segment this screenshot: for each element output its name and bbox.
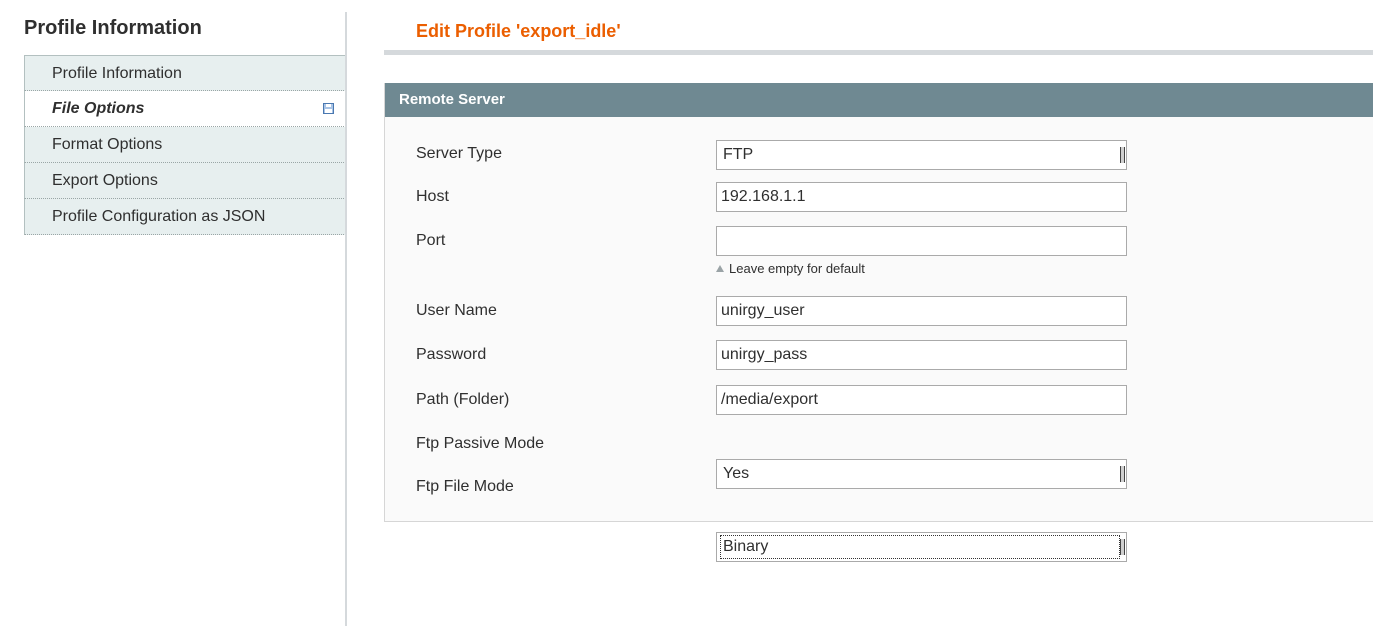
- title-divider: [384, 50, 1373, 55]
- port-label: Port: [416, 232, 446, 249]
- remote-server-fieldset: Remote Server Server Type FTP Host Port …: [384, 83, 1373, 562]
- tab-profile-configuration-json[interactable]: Profile Configuration as JSON: [24, 199, 346, 235]
- ftp-file-mode-select[interactable]: Binary: [716, 532, 1127, 562]
- port-note: Leave empty for default: [716, 261, 865, 276]
- port-input[interactable]: [716, 226, 1127, 256]
- dropdown-arrow-icon: [1120, 539, 1125, 555]
- tab-label: Format Options: [52, 136, 163, 153]
- tab-profile-information[interactable]: Profile Information: [24, 55, 346, 91]
- page-title: Edit Profile 'export_idle': [416, 21, 621, 41]
- tab-format-options[interactable]: Format Options: [24, 127, 346, 163]
- ftp-file-mode-label: Ftp File Mode: [416, 478, 514, 495]
- host-label: Host: [416, 188, 449, 205]
- tab-label: Profile Configuration as JSON: [52, 208, 266, 225]
- user-name-label: User Name: [416, 302, 497, 319]
- dropdown-arrow-icon: [1120, 466, 1125, 482]
- fieldset-header: Remote Server: [385, 83, 1373, 117]
- server-type-value: FTP: [723, 146, 754, 163]
- port-note-text: Leave empty for default: [729, 261, 865, 276]
- tab-label: Export Options: [52, 172, 158, 189]
- password-input[interactable]: [716, 340, 1127, 370]
- sidebar: Profile Information Profile Information …: [0, 0, 346, 626]
- save-icon: [323, 103, 334, 114]
- user-name-input[interactable]: [716, 296, 1127, 326]
- server-type-label: Server Type: [416, 145, 502, 162]
- ftp-file-mode-value: Binary: [720, 535, 1120, 559]
- tab-list: Profile Information File Options Format …: [24, 55, 346, 235]
- ftp-passive-mode-value: Yes: [723, 465, 750, 482]
- sidebar-divider: [345, 12, 347, 626]
- path-label: Path (Folder): [416, 391, 510, 408]
- path-input[interactable]: [716, 385, 1127, 415]
- password-label: Password: [416, 346, 487, 363]
- sidebar-title: Profile Information: [24, 17, 202, 39]
- note-triangle-icon: [716, 265, 724, 272]
- tab-label: File Options: [52, 100, 145, 117]
- tab-label: Profile Information: [52, 65, 182, 82]
- tab-export-options[interactable]: Export Options: [24, 163, 346, 199]
- host-input[interactable]: [716, 182, 1127, 212]
- dropdown-arrow-icon: [1120, 147, 1125, 163]
- ftp-passive-mode-select[interactable]: Yes: [716, 459, 1127, 489]
- server-type-select[interactable]: FTP: [716, 140, 1127, 170]
- ftp-passive-mode-label: Ftp Passive Mode: [416, 435, 545, 452]
- tab-file-options[interactable]: File Options: [24, 91, 346, 127]
